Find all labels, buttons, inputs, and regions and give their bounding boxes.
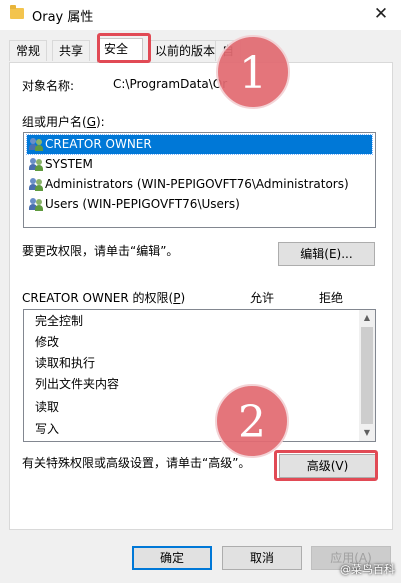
tab-sharing[interactable]: 共享	[52, 40, 91, 61]
deny-column-header: 拒绝	[319, 291, 344, 305]
properties-dialog: Oray 属性 ✕ 常规 共享 安全 以前的版本 自 对象名称: C:\Prog…	[0, 0, 401, 583]
advanced-button-highlight	[274, 450, 378, 481]
permission-row: 写入	[35, 422, 60, 436]
scroll-up-icon[interactable]: ▲	[359, 310, 375, 326]
edit-hint: 要更改权限，请单击“编辑”。	[22, 244, 179, 258]
permission-row: 列出文件夹内容	[35, 377, 120, 391]
user-group-icon	[29, 198, 43, 211]
object-name-label: 对象名称:	[22, 79, 75, 93]
permission-row: 读取和执行	[35, 356, 96, 370]
list-item[interactable]: SYSTEM	[27, 155, 93, 174]
groups-label: 组或用户名(G):	[22, 115, 105, 129]
ok-button[interactable]: 确定	[132, 546, 212, 570]
tab-general[interactable]: 常规	[9, 40, 48, 61]
title-bar: Oray 属性 ✕	[0, 0, 401, 30]
permissions-list[interactable]: 完全控制 修改 读取和执行 列出文件夹内容 读取 写入 ▲ ▼	[23, 309, 376, 442]
list-item[interactable]: Administrators (WIN-PEPIGOVFT76\Administ…	[27, 175, 349, 194]
user-group-icon	[29, 138, 43, 151]
scroll-down-icon[interactable]: ▼	[359, 425, 375, 441]
allow-column-header: 允许	[250, 291, 275, 305]
list-item[interactable]: Users (WIN-PEPIGOVFT76\Users)	[27, 195, 240, 214]
advanced-hint: 有关特殊权限或高级设置，请单击“高级”。	[22, 456, 251, 470]
watermark: @菜鸟百科	[340, 563, 395, 576]
permission-row: 完全控制	[35, 314, 84, 328]
edit-button[interactable]: 编辑(E)...	[278, 242, 375, 266]
scroll-thumb[interactable]	[361, 327, 373, 424]
user-group-icon	[29, 158, 43, 171]
principals-list[interactable]: CREATOR OWNER SYSTEM Administrators (WIN…	[23, 132, 376, 228]
step-1-badge: 1	[216, 35, 290, 109]
tab-strip: 常规 共享 安全 以前的版本 自	[9, 38, 393, 63]
permissions-scrollbar[interactable]: ▲ ▼	[359, 310, 375, 441]
close-icon: ✕	[373, 4, 389, 24]
permission-row: 读取	[35, 400, 60, 414]
folder-icon	[10, 5, 24, 19]
permissions-header: CREATOR OWNER 的权限(P)	[22, 291, 186, 305]
step-2-badge: 2	[215, 384, 289, 458]
list-item[interactable]: CREATOR OWNER	[26, 134, 373, 155]
cancel-button[interactable]: 取消	[222, 546, 302, 570]
user-group-icon	[29, 178, 43, 191]
security-tab-highlight	[97, 33, 151, 63]
object-name-value: C:\ProgramData\Or	[113, 77, 228, 91]
permission-row: 修改	[35, 335, 60, 349]
window-title: Oray 属性	[32, 10, 94, 25]
close-button[interactable]: ✕	[361, 0, 401, 30]
tab-previous-versions[interactable]: 以前的版本	[148, 40, 223, 61]
